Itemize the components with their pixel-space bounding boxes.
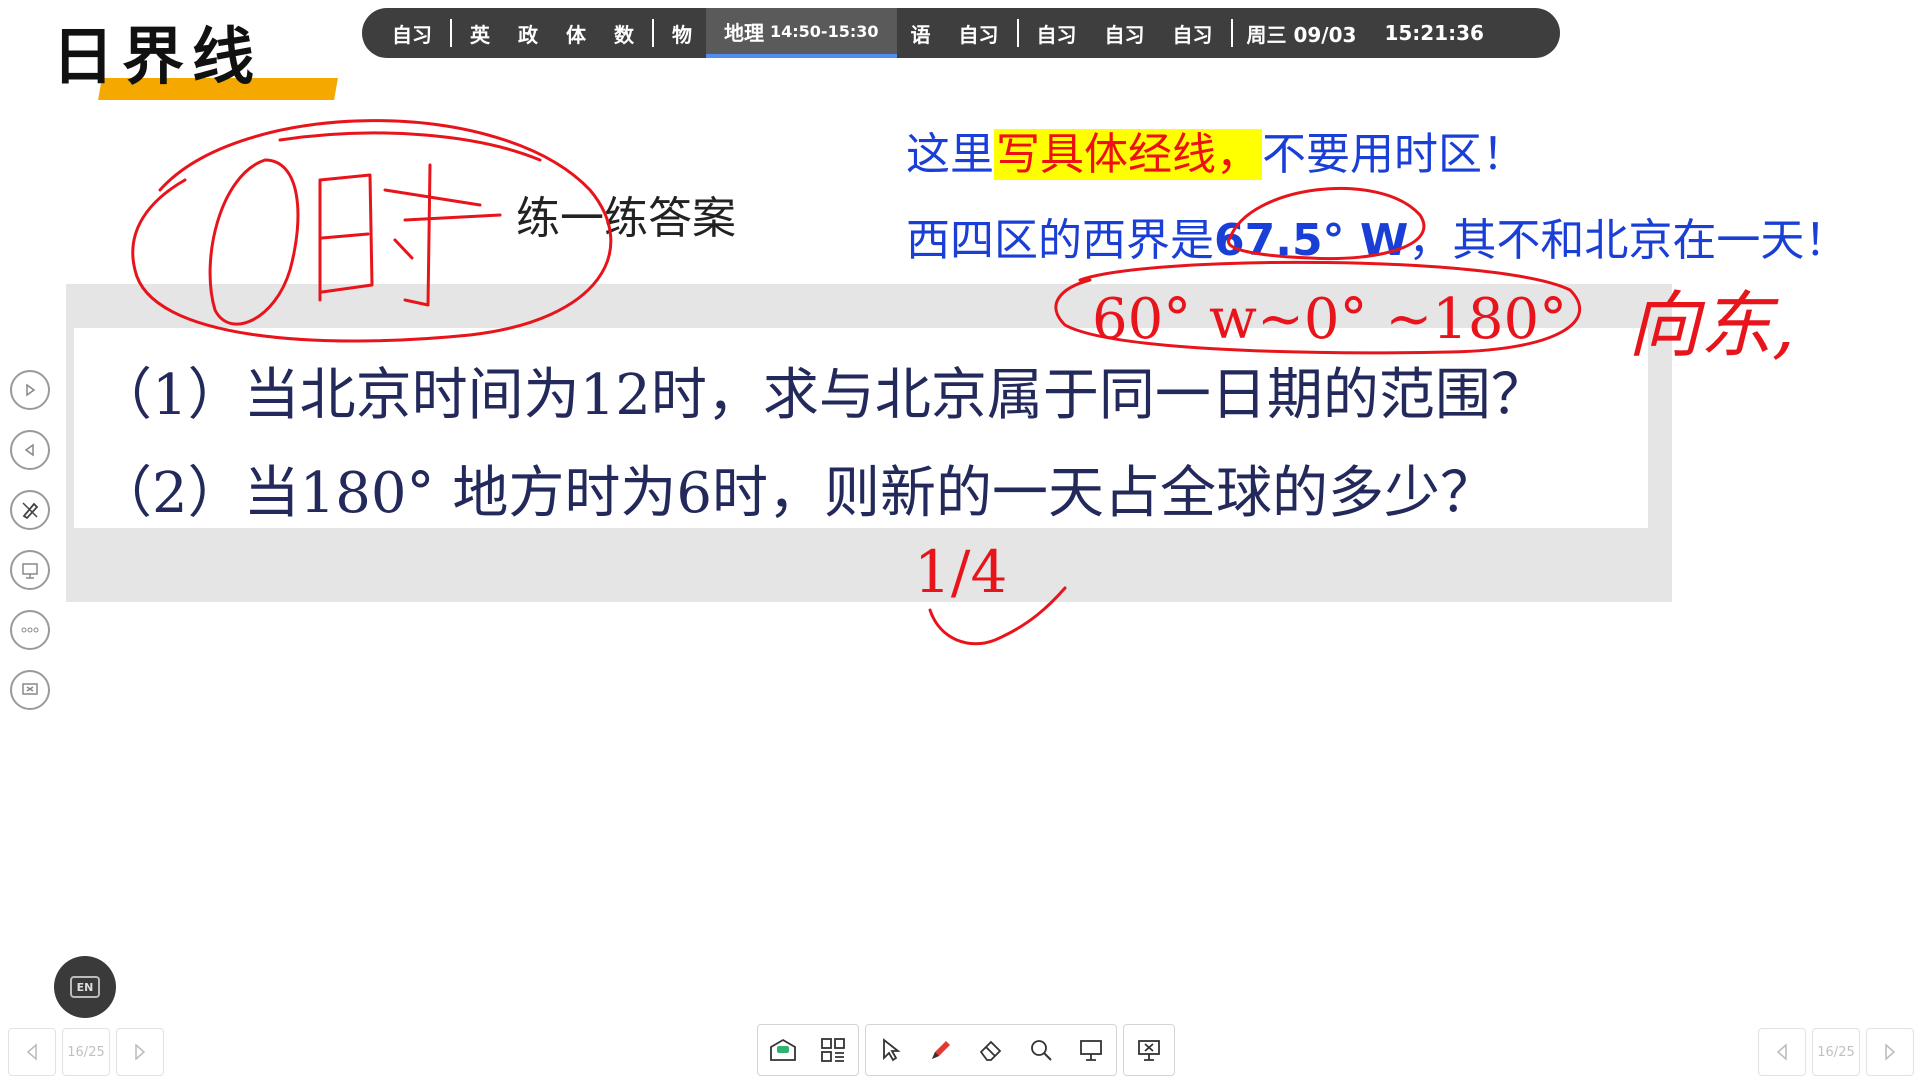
- schedule-item: 自习: [1104, 22, 1145, 47]
- en-label: EN: [70, 976, 100, 998]
- question-1: （1）当北京时间为12时，求与北京属于同一日期的范围？: [96, 363, 1547, 428]
- next-page-button[interactable]: [116, 1028, 164, 1076]
- page-indicator[interactable]: 16/25: [1812, 1028, 1860, 1076]
- more-icon[interactable]: [10, 610, 50, 650]
- current-subject: 地理: [724, 20, 764, 45]
- schedule-item: 自习: [1172, 22, 1213, 47]
- pen-icon[interactable]: [10, 490, 50, 530]
- current-class-time: 14:50-15:30: [770, 21, 879, 41]
- schedule-item: 自习: [392, 22, 432, 47]
- note2-value: 67.5° W: [1214, 215, 1409, 266]
- eraser-icon[interactable]: [966, 1025, 1016, 1075]
- schedule-clock: 15:21:36: [1384, 21, 1484, 45]
- schedule-item: 自习: [958, 22, 999, 47]
- note1-highlight: 写具体经线，: [994, 129, 1262, 180]
- ink-top-arc: [278, 131, 542, 162]
- schedule-current-class: 地理 14:50-15:30: [706, 8, 897, 58]
- whiteboard-icon[interactable]: [758, 1025, 808, 1075]
- presentation-stage: 日界线 自习 英 政 体 数 物 地理 14:50-15:30 语 自习 自习 …: [0, 0, 1920, 1080]
- schedule-item: 自习: [1036, 22, 1077, 47]
- next-page-button[interactable]: [1866, 1028, 1914, 1076]
- schedule-divider: [652, 19, 654, 47]
- prev-page-button[interactable]: [1758, 1028, 1806, 1076]
- question-2: （2）当180° 地方时为6时，则新的一天占全球的多少？: [96, 461, 1496, 526]
- note-west-boundary: 西四区的西界是67.5° W，其不和北京在一天！: [906, 204, 1848, 268]
- schedule-date: 周三 09/03: [1246, 22, 1357, 47]
- class-schedule-bar: 自习 英 政 体 数 物 地理 14:50-15:30 语 自习 自习 自习 自…: [362, 8, 1560, 58]
- toolbar-group-draw: [865, 1024, 1117, 1076]
- language-toggle-button[interactable]: EN: [54, 956, 116, 1018]
- prev-page-button[interactable]: [8, 1028, 56, 1076]
- pointer-icon[interactable]: [866, 1025, 916, 1075]
- close-screen-icon[interactable]: [10, 670, 50, 710]
- practice-answer-label: 练一练答案: [516, 193, 736, 244]
- schedule-divider: [450, 19, 452, 47]
- schedule-item: 英: [470, 22, 490, 47]
- note1-before: 这里: [906, 129, 994, 180]
- presentation-icon[interactable]: [1066, 1025, 1116, 1075]
- screen-share-icon[interactable]: [10, 550, 50, 590]
- toolbar-group-apps: [757, 1024, 859, 1076]
- exit-presentation-icon[interactable]: [1124, 1025, 1174, 1075]
- schedule-item: 语: [910, 22, 931, 47]
- schedule-divider: [1230, 19, 1233, 47]
- schedule-item: 数: [614, 22, 634, 47]
- apps-grid-icon[interactable]: [808, 1025, 858, 1075]
- note1-after: 不要用时区！: [1262, 129, 1526, 180]
- left-pager: 16/25: [8, 1028, 164, 1076]
- slide-title: 日界线: [52, 20, 263, 93]
- schedule-item: 政: [518, 22, 538, 47]
- note-specific-meridian: 这里写具体经线，不要用时区！: [906, 118, 1526, 182]
- zoom-icon[interactable]: [1016, 1025, 1066, 1075]
- toolbar-group-exit: [1123, 1024, 1175, 1076]
- note2-before: 西四区的西界是: [906, 215, 1214, 266]
- pen-icon[interactable]: [916, 1025, 966, 1075]
- page-indicator[interactable]: 16/25: [62, 1028, 110, 1076]
- next-page-icon[interactable]: [10, 370, 50, 410]
- prev-page-icon[interactable]: [10, 430, 50, 470]
- schedule-item: 体: [566, 22, 586, 47]
- right-pager: 16/25: [1758, 1028, 1914, 1076]
- note2-after: ，其不和北京在一天！: [1408, 215, 1849, 266]
- schedule-item: 物: [672, 22, 692, 47]
- schedule-divider: [1016, 19, 1019, 47]
- bottom-toolbar: [757, 1024, 1175, 1076]
